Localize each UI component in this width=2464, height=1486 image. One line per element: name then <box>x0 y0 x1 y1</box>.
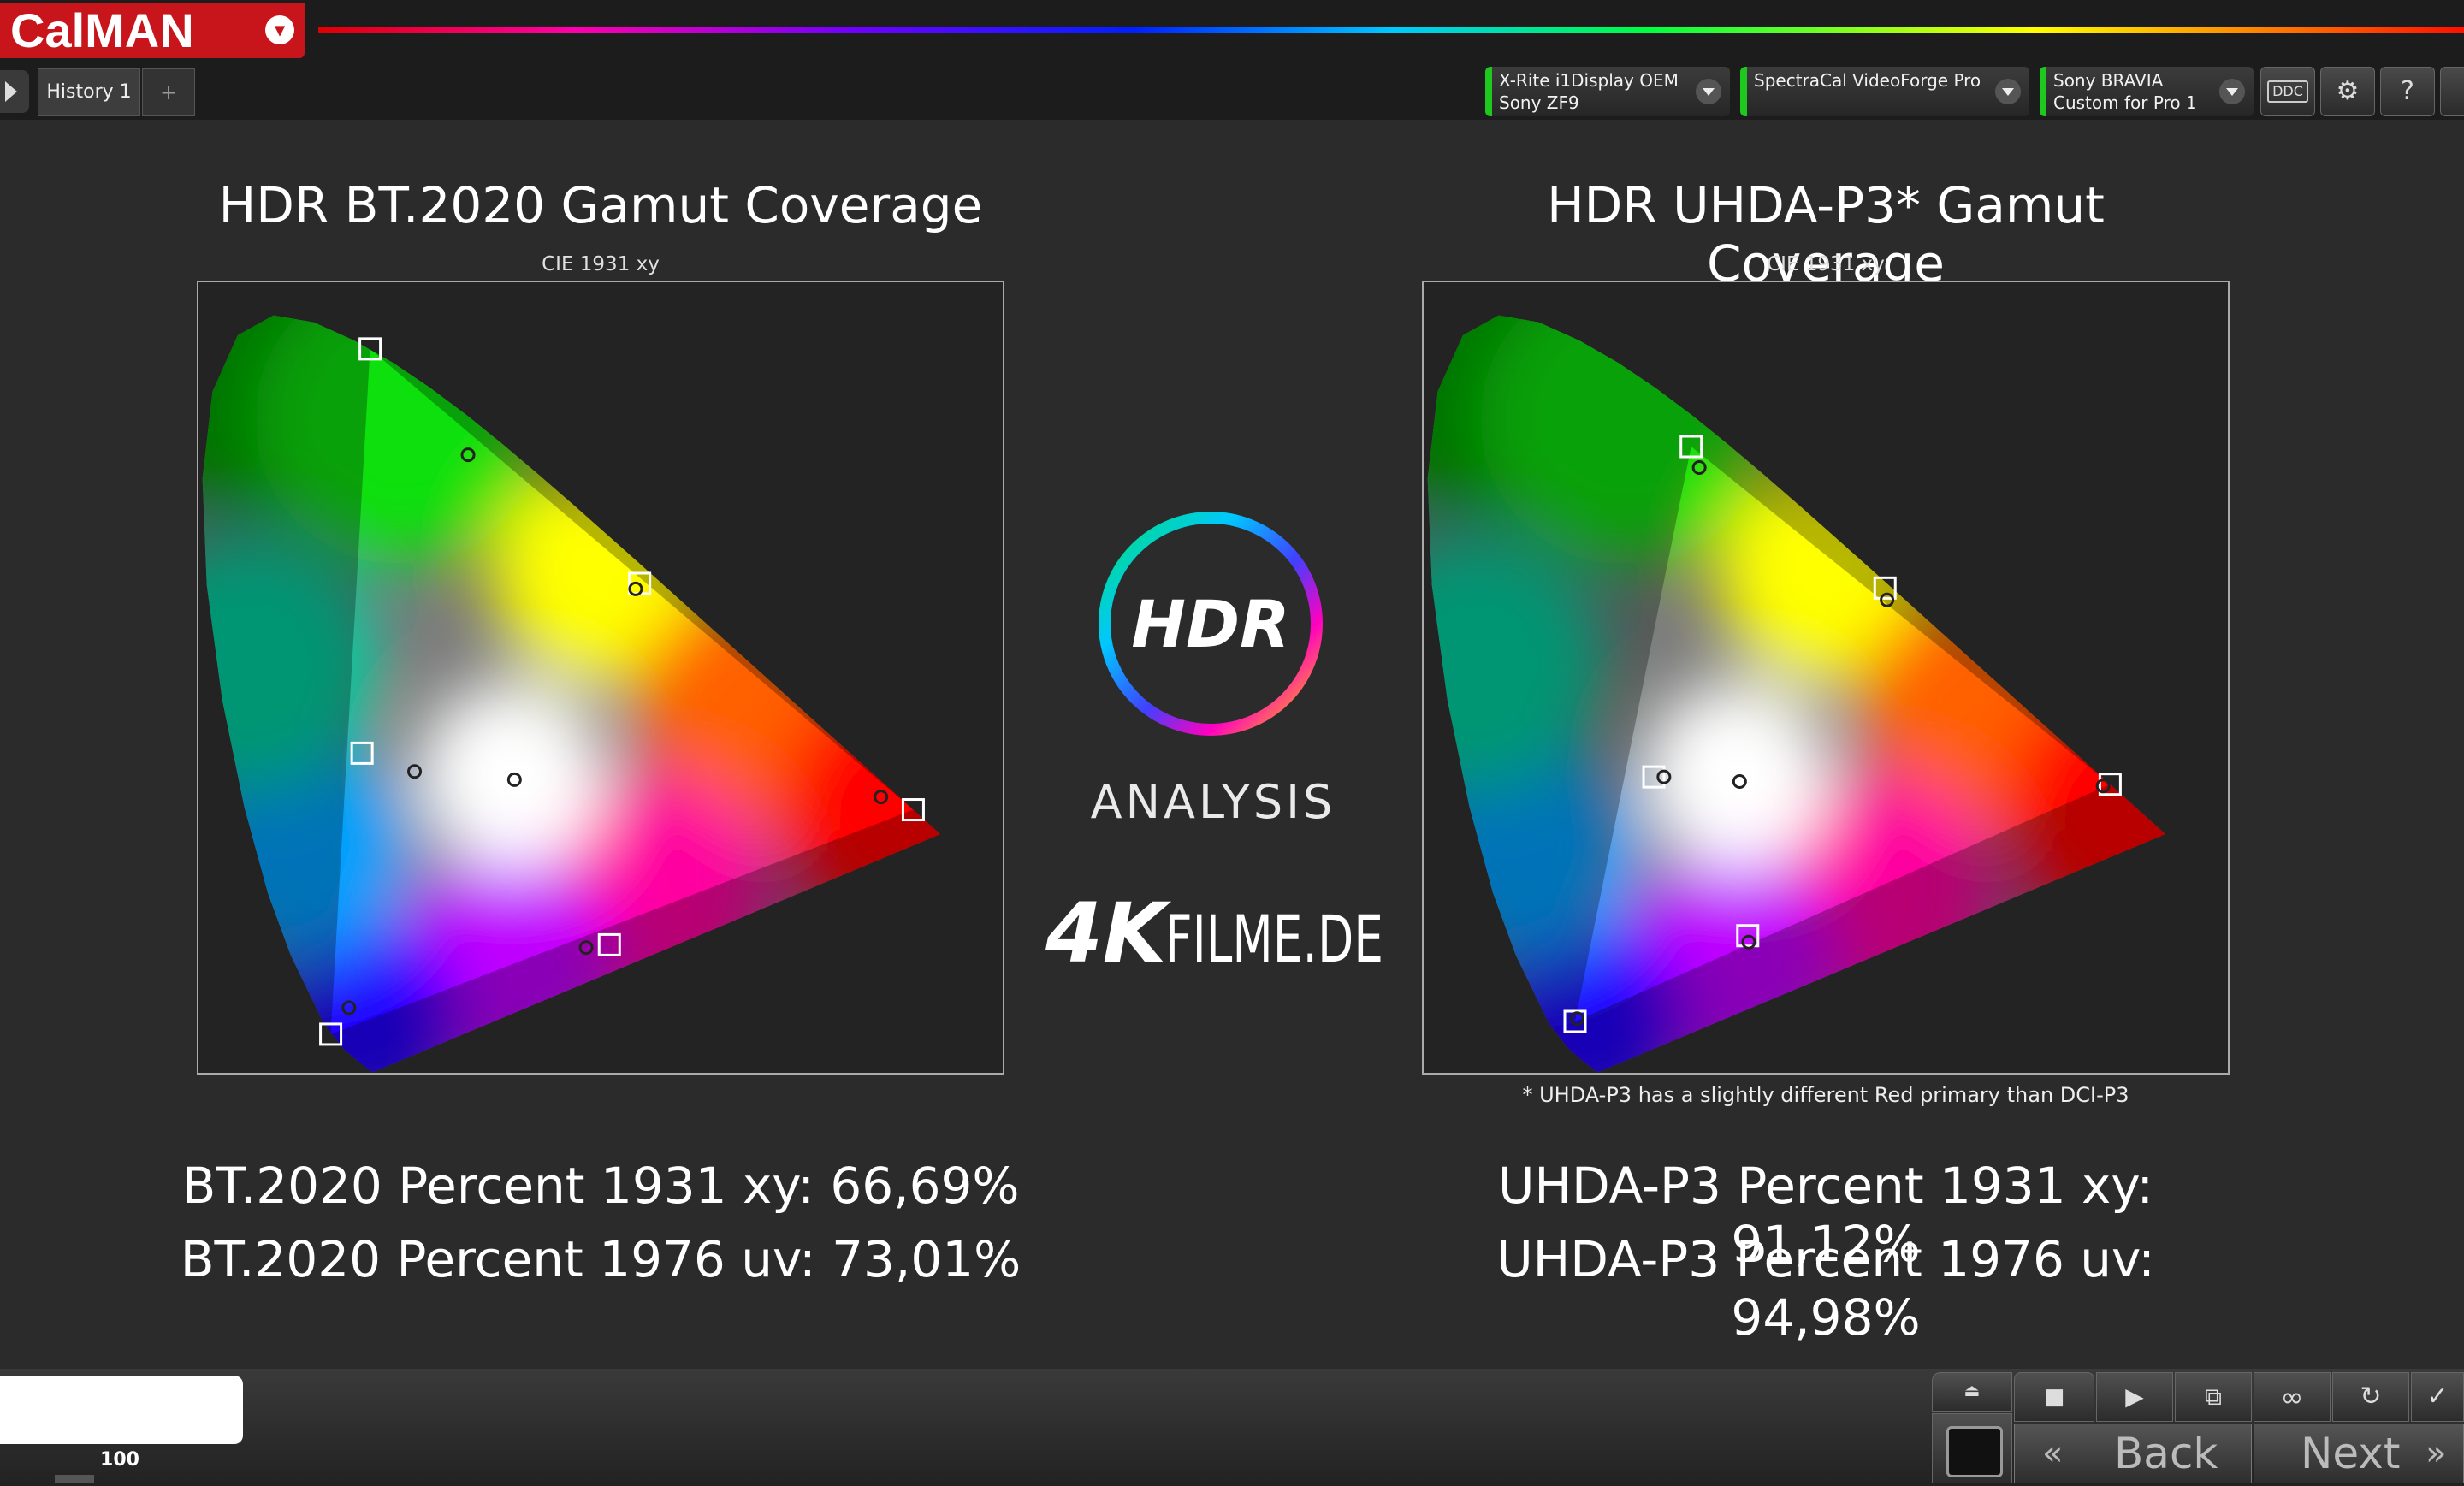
brand-4k: 4K <box>1045 890 1172 975</box>
double-chevron-right-icon: » <box>2426 1434 2447 1473</box>
cie-locus-fill <box>202 315 940 1072</box>
next-button[interactable]: Next » <box>2254 1424 2464 1483</box>
help-icon: ? <box>2401 76 2414 106</box>
chevron-down-icon <box>1696 79 1721 104</box>
display-selector[interactable]: Sony BRAVIA Custom for Pro 1 <box>2040 67 2254 116</box>
white-swatch <box>0 1376 243 1444</box>
stop-button[interactable]: ■ <box>2014 1372 2094 1422</box>
loop-button[interactable]: ∞ <box>2254 1372 2331 1422</box>
display-name: Sony BRAVIA <box>2053 70 2164 91</box>
refresh-icon: ↻ <box>2360 1382 2382 1412</box>
app-name: CalMAN <box>10 3 194 57</box>
display-profile: Custom for Pro 1 <box>2053 92 2197 113</box>
collapse-button[interactable] <box>2440 67 2464 116</box>
uhda-footnote: * UHDA-P3 has a slightly different Red p… <box>1522 1083 2129 1107</box>
hdr-logo-text: HDR <box>1131 586 1289 662</box>
measure-button[interactable]: ⧉ <box>2175 1372 2252 1422</box>
swatch-preview-button[interactable] <box>1932 1413 2012 1483</box>
stop-icon: ■ <box>2043 1384 2065 1410</box>
confirm-button[interactable]: ✓ <box>2411 1372 2464 1422</box>
chevron-down-icon: ▾ <box>265 15 294 44</box>
meter-name: X-Rite i1Display OEM <box>1499 70 1679 91</box>
cie-plot-svg <box>1427 315 2165 1072</box>
back-button[interactable]: « Back <box>2014 1424 2252 1483</box>
ddc-icon: DDC <box>2267 80 2308 103</box>
cie-locus-fill <box>1427 315 2165 1072</box>
eject-icon: ⏏ <box>1964 1380 1981 1400</box>
back-label: Back <box>2114 1429 2218 1478</box>
play-icon: ▶ <box>2125 1382 2144 1411</box>
eject-button[interactable]: ⏏ <box>1932 1372 2012 1412</box>
cie-chart-uhda-p3 <box>1422 281 2230 1075</box>
check-icon: ✓ <box>2426 1382 2449 1412</box>
refresh-button[interactable]: ↻ <box>2332 1372 2409 1422</box>
tab-history-1[interactable]: History 1 <box>38 68 140 116</box>
brand-logo: 4K FILME.DE <box>1045 890 1383 975</box>
swatch-indicator <box>55 1475 94 1483</box>
play-workflow-icon[interactable] <box>0 70 29 113</box>
gear-icon: ⚙ <box>2336 76 2360 106</box>
analysis-label: ANALYSIS <box>1090 775 1336 829</box>
measure-icon: ⧉ <box>2205 1382 2222 1411</box>
meter-selector[interactable]: X-Rite i1Display OEM Sony ZF9 <box>1485 67 1730 116</box>
infinity-icon: ∞ <box>2280 1381 2304 1413</box>
swatch-value: 100 <box>100 1449 139 1471</box>
left-chart-subtitle: CIE 1931 xy <box>542 253 660 275</box>
spectrum-bar <box>318 27 2464 33</box>
hdr-logo: HDR <box>1099 512 1323 736</box>
generator-name: SpectraCal VideoForge Pro <box>1754 70 1981 91</box>
next-label: Next <box>2301 1429 2401 1478</box>
settings-button[interactable]: ⚙ <box>2320 67 2375 116</box>
uhda-uv-percent: UHDA-P3 Percent 1976 uv: 94,98% <box>1496 1230 2155 1347</box>
brand-filme: FILME.DE <box>1165 901 1383 975</box>
bt2020-xy-percent: BT.2020 Percent 1931 xy: 66,69% <box>181 1157 1020 1215</box>
swatch-preview <box>1946 1426 2003 1477</box>
bt2020-uv-percent: BT.2020 Percent 1976 uv: 73,01% <box>180 1230 1022 1288</box>
play-button[interactable]: ▶ <box>2096 1372 2173 1422</box>
cie-chart-bt2020 <box>197 281 1004 1075</box>
chevron-down-icon <box>2219 79 2245 104</box>
pattern-generator-selector[interactable]: SpectraCal VideoForge Pro <box>1740 67 2029 116</box>
meter-profile: Sony ZF9 <box>1499 92 1579 113</box>
add-tab-button[interactable]: + <box>142 68 195 116</box>
help-button[interactable]: ? <box>2380 67 2435 116</box>
chevron-down-icon <box>1995 79 2021 104</box>
double-chevron-left-icon: « <box>2042 1434 2064 1473</box>
right-chart-subtitle: CIE 1931 xy <box>1767 253 1885 275</box>
calman-menu-button[interactable]: CalMAN ▾ <box>0 3 305 58</box>
ddc-button[interactable]: DDC <box>2260 67 2315 116</box>
cie-plot-svg <box>202 315 940 1072</box>
left-chart-title: HDR BT.2020 Gamut Coverage <box>218 176 983 234</box>
